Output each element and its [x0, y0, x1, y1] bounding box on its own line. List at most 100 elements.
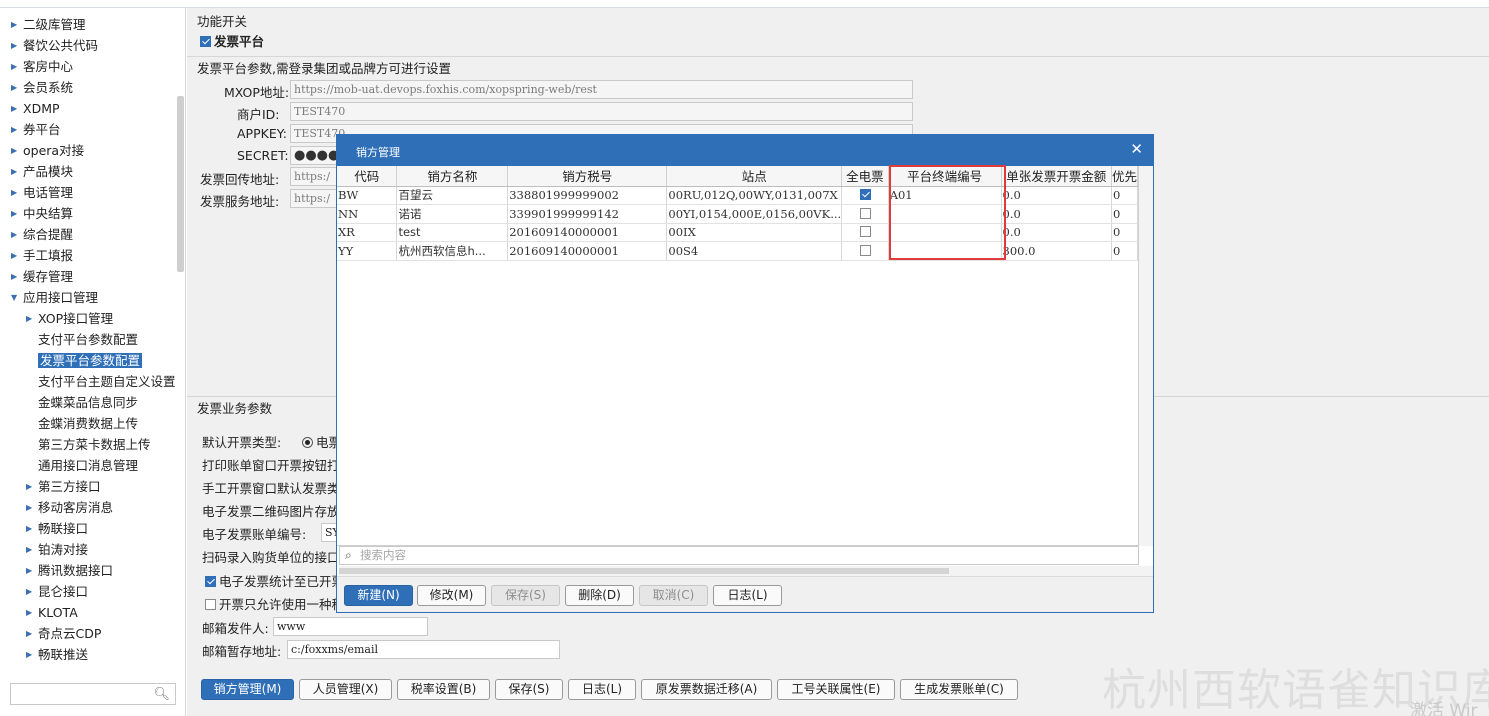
checkbox-unchecked-icon[interactable] [859, 226, 871, 238]
sidebar-item[interactable]: ▶ 二级库管理 [11, 14, 86, 35]
sidebar-item[interactable]: 通用接口消息管理 [38, 455, 138, 476]
sidebar-item[interactable]: ▶ 第三方接口 [26, 476, 101, 497]
chevron-right-icon[interactable]: ▶ [26, 518, 38, 539]
search-icon[interactable]: 🔍︎ [153, 687, 170, 702]
table-row[interactable]: NN 诺诺 339901999999142 00YI,0154,000E,0156,0… [337, 204, 1138, 224]
callback-address-field[interactable]: https:/ [290, 167, 340, 186]
invoice-platform-checkbox[interactable]: 发票平台 [200, 31, 264, 50]
sidebar-item[interactable]: 金蝶菜品信息同步 [38, 392, 138, 413]
mxop-field[interactable]: https://mob-uat.devops.foxhis.com/xopspr… [290, 80, 913, 99]
chevron-down-icon[interactable]: ▼ [11, 287, 23, 308]
sidebar-item[interactable]: ▶ 券平台 [11, 119, 61, 140]
table-row[interactable]: XR test 201609140000001 00IX 0.0 0 [337, 223, 1138, 242]
chevron-right-icon[interactable]: ▶ [11, 266, 23, 287]
sidebar-item[interactable]: ▶ 奇点云CDP [26, 623, 101, 644]
table-row[interactable]: BW 百望云 338801999999002 00RU,012Q,00WY,0131,… [337, 186, 1138, 205]
chevron-right-icon[interactable]: ▶ [26, 623, 38, 644]
sidebar-item[interactable]: ▶ 会员系统 [11, 77, 73, 98]
sidebar-item[interactable]: ▶ 电话管理 [11, 182, 73, 203]
chevron-right-icon[interactable]: ▶ [26, 308, 38, 329]
sidebar-search-input[interactable]: 🔍︎ [10, 683, 176, 705]
sidebar-item[interactable]: ▶ 中央结算 [11, 203, 73, 224]
merchant-id-field[interactable]: TEST470 [290, 102, 913, 121]
dialog-button[interactable]: 修改(M) [417, 585, 486, 606]
radio-selected-icon[interactable] [302, 437, 313, 448]
sidebar-item[interactable]: 第三方菜卡数据上传 [38, 434, 151, 455]
checkbox-checked-icon[interactable] [205, 576, 216, 587]
column-header[interactable]: 代码 [337, 166, 398, 187]
close-icon[interactable]: ✕ [1130, 140, 1143, 158]
sidebar-item[interactable]: ▶ 综合提醒 [11, 224, 73, 245]
dialog-titlebar[interactable]: 销方管理 ✕ [337, 135, 1153, 166]
secret-field[interactable]: ●●●● [290, 146, 340, 165]
chevron-right-icon[interactable]: ▶ [26, 602, 38, 623]
chevron-right-icon[interactable]: ▶ [11, 203, 23, 224]
sidebar-item[interactable]: ▶ 畅联接口 [26, 518, 88, 539]
chevron-right-icon[interactable]: ▶ [11, 14, 23, 35]
chevron-right-icon[interactable]: ▶ [26, 476, 38, 497]
dialog-button[interactable]: 日志(L) [713, 585, 782, 606]
bottom-button[interactable]: 人员管理(X) [299, 679, 392, 700]
table-row[interactable]: YY 杭州西软信息h... 201609140000001 00S4 300.0 0 [337, 241, 1138, 261]
service-address-field[interactable]: https:/ [290, 189, 340, 208]
sidebar-item[interactable]: ▼ 应用接口管理 [11, 287, 98, 308]
sidebar-item[interactable]: ▶ 客房中心 [11, 56, 73, 77]
chevron-right-icon[interactable]: ▶ [26, 539, 38, 560]
dialog-search-input[interactable]: ⌕ 搜索内容 [339, 546, 1139, 565]
chevron-right-icon[interactable]: ▶ [26, 581, 38, 602]
sidebar-item[interactable]: ▶ 腾讯数据接口 [26, 560, 113, 581]
mail-sender-field[interactable]: www [273, 617, 428, 636]
sidebar-scrollbar[interactable] [177, 96, 184, 272]
only-one-tax-checkbox[interactable]: 开票只允许使用一种税 [205, 594, 344, 613]
chevron-right-icon[interactable]: ▶ [26, 497, 38, 518]
chevron-right-icon[interactable]: ▶ [11, 224, 23, 245]
dialog-button[interactable]: 取消(C) [639, 585, 708, 606]
sidebar-item[interactable]: ▶ opera对接 [11, 140, 84, 161]
bottom-button[interactable]: 工号关联属性(E) [777, 679, 895, 700]
dialog-button[interactable]: 新建(N) [344, 585, 413, 606]
checkbox-unchecked-icon[interactable] [205, 599, 216, 610]
sidebar-item[interactable]: ▶ XDMP [11, 98, 60, 119]
sidebar-item[interactable]: ▶ 餐饮公共代码 [11, 35, 98, 56]
sidebar-item[interactable]: ▶ 缓存管理 [11, 266, 73, 287]
bottom-button[interactable]: 销方管理(M) [201, 679, 294, 700]
sidebar-item[interactable]: 发票平台参数配置 [38, 350, 143, 371]
dialog-button[interactable]: 删除(D) [565, 585, 634, 606]
chevron-right-icon[interactable]: ▶ [26, 560, 38, 581]
column-header[interactable]: 单张发票开票金额 [1001, 166, 1112, 187]
sidebar-item[interactable]: ▶ 产品模块 [11, 161, 73, 182]
sidebar-item[interactable]: ▶ KLOTA [26, 602, 78, 623]
scrollbar-thumb[interactable] [339, 568, 949, 574]
sidebar-item[interactable]: ▶ 铂涛对接 [26, 539, 88, 560]
checkbox-unchecked-icon[interactable] [859, 244, 871, 256]
chevron-right-icon[interactable]: ▶ [11, 77, 23, 98]
chevron-right-icon[interactable]: ▶ [11, 119, 23, 140]
chevron-right-icon[interactable]: ▶ [26, 644, 38, 665]
dialog-button[interactable]: 保存(S) [491, 585, 560, 606]
sidebar-item[interactable]: ▶ 移动客房消息 [26, 497, 113, 518]
checkbox-unchecked-icon[interactable] [859, 207, 871, 219]
column-header[interactable]: 站点 [666, 166, 843, 187]
table-horizontal-scrollbar[interactable] [339, 566, 1153, 576]
sidebar-item[interactable]: ▶ 昆仑接口 [26, 581, 88, 602]
chevron-right-icon[interactable]: ▶ [11, 98, 23, 119]
table-vertical-scrollbar[interactable] [1139, 166, 1153, 546]
sidebar-item[interactable]: ▶ 手工填报 [11, 245, 73, 266]
sidebar-item[interactable]: ▶ XOP接口管理 [26, 308, 113, 329]
column-header[interactable]: 销方名称 [396, 166, 509, 187]
sidebar-item[interactable]: ▶ 畅联推送 [26, 644, 88, 665]
column-header[interactable]: 优先 [1111, 166, 1138, 187]
checkbox-checked-icon[interactable] [200, 36, 211, 47]
chevron-right-icon[interactable]: ▶ [11, 245, 23, 266]
column-header[interactable]: 全电票 [841, 166, 889, 187]
bottom-button[interactable]: 保存(S) [495, 679, 563, 700]
mail-temp-field[interactable]: c:/foxxms/email [287, 640, 560, 659]
bottom-button[interactable]: 生成发票账单(C) [900, 679, 1018, 700]
chevron-right-icon[interactable]: ▶ [11, 56, 23, 77]
bottom-button[interactable]: 税率设置(B) [397, 679, 490, 700]
bottom-button[interactable]: 原发票数据迁移(A) [641, 679, 772, 700]
column-header[interactable]: 销方税号 [507, 166, 668, 187]
chevron-right-icon[interactable]: ▶ [11, 161, 23, 182]
sidebar-item[interactable]: 支付平台参数配置 [38, 329, 138, 350]
checkbox-checked-icon[interactable] [859, 189, 871, 201]
